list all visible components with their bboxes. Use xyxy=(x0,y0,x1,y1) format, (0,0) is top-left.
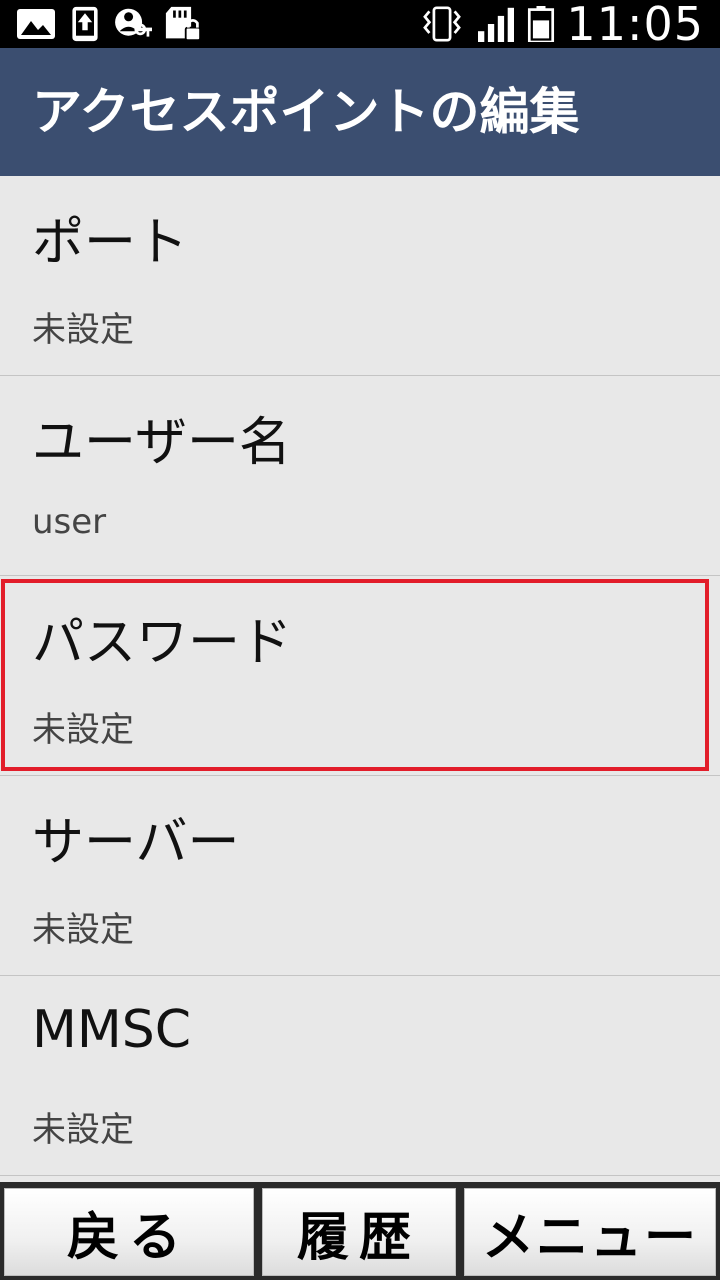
setting-value: 未設定 xyxy=(32,710,134,750)
vibrate-icon xyxy=(423,6,461,42)
setting-item-server[interactable]: サーバー 未設定 xyxy=(0,776,720,976)
setting-title: ポート xyxy=(32,213,189,273)
softkey-bar: 戻る 履歴 メニュー xyxy=(0,1182,720,1280)
setting-value: 未設定 xyxy=(32,1110,134,1150)
status-bar: 11:05 xyxy=(0,0,720,48)
page-title: アクセスポイントの編集 xyxy=(32,83,580,141)
setting-title: ユーザー名 xyxy=(32,413,291,473)
settings-list: ポート 未設定 ユーザー名 user パスワード 未設定 サーバー 未設定 MM… xyxy=(0,176,720,1182)
setting-item-mmsc[interactable]: MMSC 未設定 xyxy=(0,976,720,1176)
setting-value: user xyxy=(32,502,107,542)
setting-title: サーバー xyxy=(32,813,240,873)
setting-item-password[interactable]: パスワード 未設定 xyxy=(0,576,720,776)
menu-button[interactable]: メニュー xyxy=(464,1188,716,1276)
clock: 11:05 xyxy=(566,0,704,51)
battery-icon xyxy=(527,6,555,42)
history-button[interactable]: 履歴 xyxy=(262,1188,456,1276)
sd-card-lock-icon xyxy=(165,6,201,42)
image-icon xyxy=(17,9,55,39)
app-bar: アクセスポイントの編集 xyxy=(0,48,720,176)
vpn-key-icon xyxy=(115,8,152,37)
signal-icon xyxy=(478,7,514,42)
setting-item-port[interactable]: ポート 未設定 xyxy=(0,176,720,376)
back-button[interactable]: 戻る xyxy=(4,1188,254,1276)
upload-icon xyxy=(72,6,98,42)
setting-value: 未設定 xyxy=(32,310,134,350)
setting-value: 未設定 xyxy=(32,910,134,950)
setting-title: MMSC xyxy=(32,1000,192,1060)
setting-item-username[interactable]: ユーザー名 user xyxy=(0,376,720,576)
setting-title: パスワード xyxy=(32,613,293,673)
